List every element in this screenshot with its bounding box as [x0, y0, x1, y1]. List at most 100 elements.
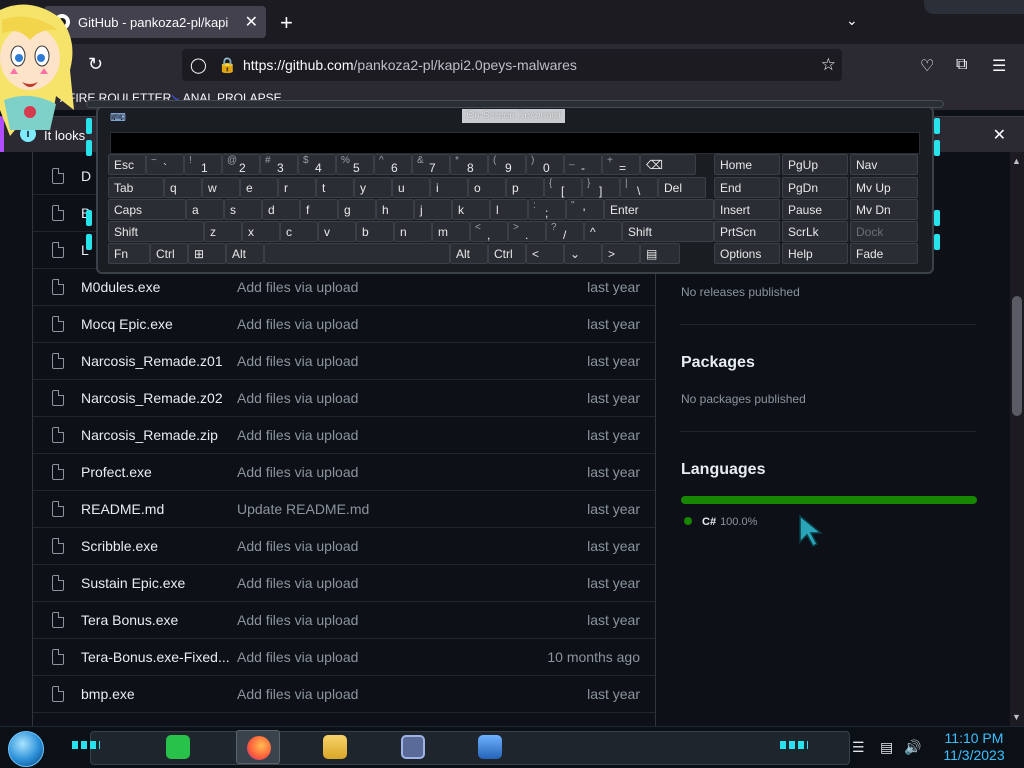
taskbar-app-window[interactable] [391, 730, 435, 764]
osk-key[interactable]: ⌄ [564, 243, 602, 264]
osk-key[interactable]: Tab [108, 177, 164, 198]
osk-key[interactable]: @2 [222, 154, 260, 175]
osk-key[interactable]: Shift [108, 221, 204, 242]
file-name-link[interactable]: bmp.exe [81, 686, 135, 702]
commit-message-link[interactable]: Update README.md [237, 501, 369, 517]
osk-nav-key[interactable]: Mv Dn [850, 199, 918, 220]
commit-message-link[interactable]: Add files via upload [237, 538, 358, 554]
osk-key[interactable]: ▤ [640, 243, 680, 264]
osk-key[interactable]: $4 [298, 154, 336, 175]
osk-key[interactable]: Shift [622, 221, 714, 242]
osk-key[interactable]: ) 0 [526, 154, 564, 175]
osk-key[interactable]: q [164, 177, 202, 198]
osk-nav-key[interactable]: Options [714, 243, 780, 264]
osk-key[interactable]: #3 [260, 154, 298, 175]
commit-message-link[interactable]: Add files via upload [237, 649, 358, 665]
scroll-down-arrow-icon[interactable]: ▼ [1012, 712, 1021, 722]
commit-message-link[interactable]: Add files via upload [237, 464, 358, 480]
pocket-icon[interactable]: ♡ [920, 56, 934, 76]
osk-key[interactable]: a [186, 199, 224, 220]
volume-icon[interactable]: 🔊 [904, 739, 921, 756]
osk-nav-key[interactable]: Mv Up [850, 177, 918, 198]
language-item[interactable]: C# 100.0% [684, 516, 757, 528]
osk-key[interactable]: Ctrl [150, 243, 188, 264]
menu-icon[interactable]: ☰ [992, 56, 1006, 76]
osk-key[interactable]: o [468, 177, 506, 198]
osk-key[interactable]: >. [508, 221, 546, 242]
taskbar-app-notes[interactable] [156, 730, 200, 764]
table-row[interactable]: Narcosis_Remade.z02 Add files via upload l… [33, 380, 655, 417]
osk-nav-key[interactable]: Nav [850, 154, 918, 175]
osk-key[interactable]: :; [528, 199, 566, 220]
osk-key[interactable]: Enter [604, 199, 714, 220]
osk-key[interactable] [264, 243, 450, 264]
scrollbar-thumb[interactable] [1012, 296, 1022, 416]
osk-key[interactable]: n [394, 221, 432, 242]
osk-key[interactable]: y [354, 177, 392, 198]
table-row[interactable]: Scribble.exe Add files via upload last yea… [33, 528, 655, 565]
osk-key[interactable]: * 8 [450, 154, 488, 175]
commit-message-link[interactable]: Add files via upload [237, 427, 358, 443]
osk-key[interactable]: & 7 [412, 154, 450, 175]
commit-message-link[interactable]: Add files via upload [237, 316, 358, 332]
table-row[interactable]: Sustain Epic.exe Add files via upload last… [33, 565, 655, 602]
reload-icon[interactable]: ↻ [88, 54, 103, 75]
osk-nav-key[interactable]: End [714, 177, 780, 198]
osk-key[interactable]: m [432, 221, 470, 242]
window-controls[interactable] [924, 0, 1024, 14]
lock-icon[interactable]: 🔒 [218, 56, 237, 74]
page-scrollbar[interactable]: ▲ ▼ [1010, 152, 1024, 726]
osk-key[interactable]: ~ ` [146, 154, 184, 175]
url-text[interactable]: https://github.com/pankoza2-pl/kapi2.0pe… [243, 57, 577, 73]
table-row[interactable]: Narcosis_Remade.zip Add files via upload l… [33, 417, 655, 454]
osk-nav-key[interactable]: Help [782, 243, 848, 264]
file-name-link[interactable]: Sustain Epic.exe [81, 575, 185, 591]
tray-flag-icon[interactable]: ☰ [852, 739, 865, 756]
osk-key[interactable]: " ' [566, 199, 604, 220]
osk-key[interactable]: ⊞ [188, 243, 226, 264]
commit-message-link[interactable]: Add files via upload [237, 279, 358, 295]
osk-key[interactable]: z [204, 221, 242, 242]
osk-key[interactable]: ⌫ [640, 154, 696, 175]
osk-key[interactable]: w [202, 177, 240, 198]
osk-nav-key[interactable]: Home [714, 154, 780, 175]
osk-key[interactable]: h [376, 199, 414, 220]
osk-key[interactable]: < [526, 243, 564, 264]
url-bar[interactable]: ◯ 🔒 https://github.com/pankoza2-pl/kapi2… [182, 49, 842, 81]
osk-key[interactable]: ^ 6 [374, 154, 412, 175]
osk-key[interactable]: Del [658, 177, 706, 198]
osk-key[interactable]: + = [602, 154, 640, 175]
osk-key[interactable]: ? / [546, 221, 584, 242]
system-clock[interactable]: 11:10 PM 11/3/2023 [934, 730, 1014, 764]
file-name-link[interactable]: README.md [81, 501, 164, 517]
osk-nav-key[interactable]: ScrLk [782, 221, 848, 242]
file-name-link[interactable]: Tera Bonus.exe [81, 612, 178, 628]
osk-key[interactable]: r [278, 177, 316, 198]
tab-close-icon[interactable]: ✕ [245, 12, 258, 32]
osk-nav-key[interactable]: Fade [850, 243, 918, 264]
osk-nav-key[interactable]: Insert [714, 199, 780, 220]
osk-key[interactable]: x [242, 221, 280, 242]
osk-key[interactable]: Caps [108, 199, 186, 220]
osk-nav-key[interactable]: Dock [850, 221, 918, 242]
packages-heading[interactable]: Packages [681, 354, 755, 372]
file-name-link[interactable]: Narcosis_Remade.z02 [81, 390, 223, 406]
osk-key[interactable]: {[ [544, 177, 582, 198]
list-tabs-chevron-icon[interactable]: ⌄ [846, 12, 858, 29]
new-tab-button[interactable]: + [280, 10, 293, 36]
osk-key[interactable]: e [240, 177, 278, 198]
file-name-link[interactable]: Tera-Bonus.exe-Fixed... [81, 649, 230, 665]
osk-nav-key[interactable]: PgUp [782, 154, 848, 175]
osk-key[interactable]: b [356, 221, 394, 242]
browser-tab-github[interactable]: GitHub - pankoza2-pl/kapi2.0peys-malware… [44, 6, 266, 38]
file-name-link[interactable]: Narcosis_Remade.z01 [81, 353, 223, 369]
osk-key[interactable]: s [224, 199, 262, 220]
osk-key[interactable]: <, [470, 221, 508, 242]
osk-key[interactable]: | \ [620, 177, 658, 198]
table-row[interactable]: Tera-Bonus.exe-Fixed... Add files via upl… [33, 639, 655, 676]
osk-key[interactable]: }] [582, 177, 620, 198]
osk-nav-key[interactable]: Pause [782, 199, 848, 220]
commit-message-link[interactable]: Add files via upload [237, 390, 358, 406]
osk-key[interactable]: > [602, 243, 640, 264]
osk-key[interactable]: Esc [108, 154, 146, 175]
